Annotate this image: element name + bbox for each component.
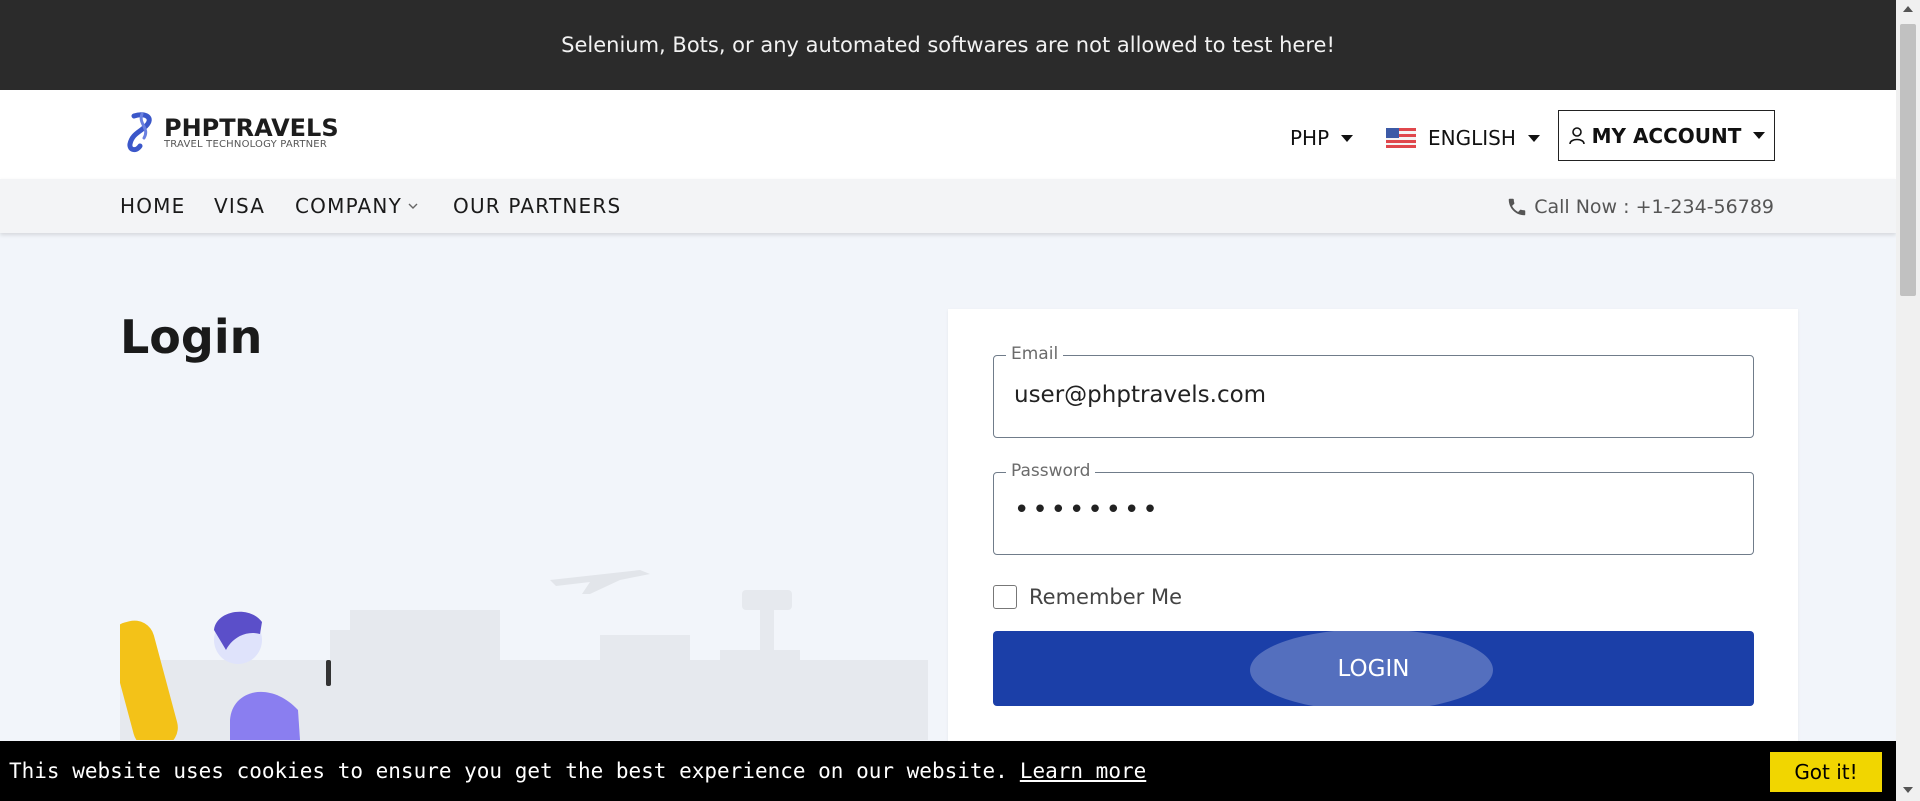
email-input[interactable]: user@phptravels.com (1014, 382, 1266, 408)
login-illustration (120, 570, 928, 740)
password-label: Password (1006, 461, 1096, 481)
banner-text: Selenium, Bots, or any automated softwar… (561, 33, 1335, 57)
chevron-down-icon (408, 203, 418, 209)
us-flag-icon (1386, 128, 1416, 148)
login-button-label: LOGIN (1337, 655, 1410, 682)
nav-item-visa[interactable]: VISA (214, 194, 265, 218)
login-button[interactable]: LOGIN (993, 631, 1754, 706)
nav-item-home[interactable]: HOME (120, 194, 185, 218)
email-field[interactable]: Email user@phptravels.com (993, 344, 1754, 438)
scrollbar-thumb[interactable] (1900, 24, 1916, 296)
caret-down-icon (1527, 134, 1540, 142)
learn-more-link[interactable]: Learn more (1020, 759, 1146, 783)
logo-mark-icon (127, 112, 152, 153)
got-it-button[interactable]: Got it! (1770, 752, 1882, 792)
password-field[interactable]: Password •••••••• (993, 461, 1754, 555)
cookie-text: This website uses cookies to ensure you … (9, 759, 1008, 783)
nav-item-company[interactable]: COMPANY (295, 194, 418, 218)
remember-me-label: Remember Me (1029, 585, 1182, 609)
scroll-down-arrow-icon[interactable] (1903, 787, 1913, 793)
currency-label: PHP (1290, 126, 1330, 150)
top-warning-banner: Selenium, Bots, or any automated softwar… (0, 0, 1896, 90)
nav-item-label: COMPANY (295, 194, 403, 218)
currency-dropdown[interactable]: PHP (1290, 126, 1354, 150)
phone-icon (1508, 198, 1526, 216)
nav-item-label: HOME (120, 194, 186, 218)
remember-me[interactable]: Remember Me (993, 585, 1182, 609)
language-label: ENGLISH (1428, 126, 1516, 150)
logo-tagline: TRAVEL TECHNOLOGY PARTNER (164, 138, 327, 150)
logo-name: PHPTRAVELS (164, 113, 339, 142)
nav-item-label: OUR PARTNERS (453, 194, 622, 218)
user-icon (1568, 126, 1585, 144)
caret-down-icon (1753, 132, 1766, 139)
logo[interactable]: PHPTRAVELS TRAVEL TECHNOLOGY PARTNER (124, 110, 339, 154)
my-account-button[interactable]: MY ACCOUNT (1558, 110, 1775, 161)
language-dropdown[interactable]: ENGLISH (1386, 126, 1540, 150)
call-now[interactable]: Call Now : +1-234-56789 (1506, 196, 1774, 218)
nav-item-our-partners[interactable]: OUR PARTNERS (453, 194, 621, 218)
caret-down-icon (1341, 134, 1354, 142)
nav-item-label: VISA (214, 194, 266, 218)
my-account-label: MY ACCOUNT (1591, 123, 1742, 148)
password-input[interactable]: •••••••• (1014, 495, 1161, 525)
remember-me-checkbox[interactable] (993, 585, 1017, 609)
cookie-banner: This website uses cookies to ensure you … (0, 741, 1896, 801)
scroll-up-arrow-icon[interactable] (1903, 6, 1913, 12)
call-now-text: Call Now : +1-234-56789 (1534, 196, 1774, 218)
page-title: Login (120, 310, 263, 364)
email-label: Email (1006, 344, 1064, 364)
